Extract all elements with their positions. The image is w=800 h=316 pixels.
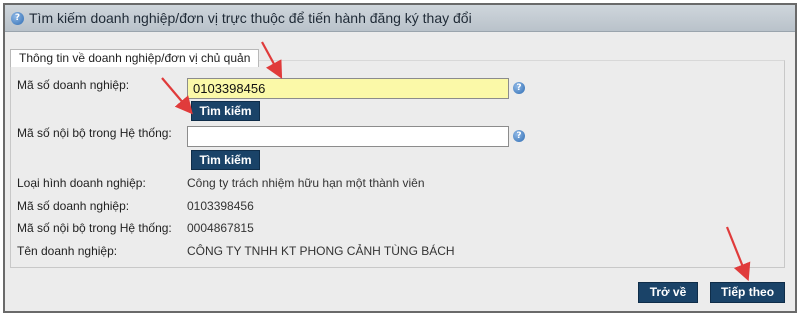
question-circle-icon: ? <box>11 11 24 25</box>
internal-code-label: Mã số nội bộ trong Hệ thống: <box>17 126 172 140</box>
detail-code-value: 0103398456 <box>187 199 254 213</box>
detail-code-label: Mã số doanh nghiệp: <box>17 199 130 213</box>
detail-internal-label: Mã số nội bộ trong Hệ thống: <box>17 221 172 235</box>
dialog-title: Tìm kiếm doanh nghiệp/đơn vị trực thuộc … <box>29 10 472 26</box>
business-type-value: Công ty trách nhiệm hữu hạn một thành vi… <box>187 176 425 190</box>
dialog-header: ? Tìm kiếm doanh nghiệp/đơn vị trực thuộ… <box>5 5 795 32</box>
business-code-label: Mã số doanh nghiệp: <box>17 78 130 92</box>
business-type-label: Loại hình doanh nghiệp: <box>17 176 146 190</box>
back-button[interactable]: Trở về <box>638 282 698 303</box>
next-button[interactable]: Tiếp theo <box>710 282 785 303</box>
detail-internal-value: 0004867815 <box>187 221 254 235</box>
business-name-value: CÔNG TY TNHH KT PHONG CẢNH TÙNG BÁCH <box>187 244 455 258</box>
business-name-label: Tên doanh nghiệp: <box>17 244 118 258</box>
business-code-help-icon[interactable]: ? <box>513 82 525 94</box>
internal-code-help-icon[interactable]: ? <box>513 130 525 142</box>
business-code-input[interactable] <box>187 78 509 99</box>
tab-business-info[interactable]: Thông tin về doanh nghiệp/đơn vị chủ quả… <box>10 49 260 67</box>
search-business-code-button[interactable]: Tìm kiếm <box>191 101 260 121</box>
internal-code-input[interactable] <box>187 126 509 147</box>
search-internal-code-button[interactable]: Tìm kiếm <box>191 150 260 170</box>
